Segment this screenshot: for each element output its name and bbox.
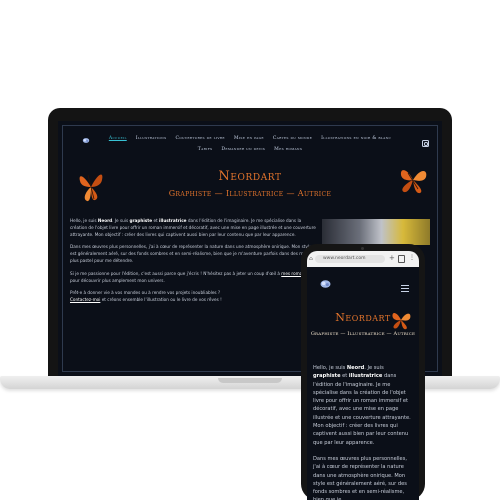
nav-item-noir-blanc[interactable]: Illustrations en noir & blanc [321,133,391,144]
intro-paragraph-3: Si je me passionne pour l'édition, c'est… [70,270,308,283]
new-tab-icon[interactable]: + [389,254,395,262]
intro-paragraph-2: Dans mes œuvres plus personnelles, j'ai … [70,244,316,263]
nav-item-romans[interactable]: Mes romans [274,144,302,155]
nav-item-illustrations[interactable]: Illustrations [136,133,167,144]
intro-paragraph-4: Prêt·e à donner vie à vos mondes ou à re… [70,290,222,303]
site-title: Neordart [218,169,282,184]
laptop-notch [218,378,282,383]
tabs-icon[interactable] [398,255,405,263]
mobile-site: ⌂ www.neordart.com + ⋮ Neordart Graphist… [307,251,419,500]
nav-item-cartes[interactable]: Cartes du monde [273,133,312,144]
site-subtitle: Graphiste — Illustratrice — Autrice [168,189,332,198]
intro-paragraph-1: Hello, je suis Neord. Je suis graphiste … [313,365,411,446]
phone-camera [361,247,364,250]
nav-row-1: Accueil Illustrations Couvertures de liv… [58,133,442,144]
nav-item-accueil[interactable]: Accueil [109,133,127,144]
logo-icon[interactable] [319,279,332,289]
home-icon[interactable]: ⌂ [309,256,313,262]
nav-item-tarifs[interactable]: Tarifs [198,144,213,155]
browser-toolbar: ⌂ www.neordart.com + ⋮ [307,251,419,267]
nav-item-couvertures[interactable]: Couvertures de livre [175,133,224,144]
address-bar[interactable]: www.neordart.com [315,255,385,263]
main-navigation: Accueil Illustrations Couvertures de liv… [58,133,442,155]
intro-paragraph-2: Dans mes œuvres plus personnelles, j'ai … [313,455,407,500]
menu-icon[interactable] [401,285,409,294]
intro-paragraph-1: Hello, je suis Neord. Je suis graphiste … [70,218,316,237]
contact-link[interactable]: Contactez-moi [70,297,100,302]
site-subtitle: Graphiste — Illustratrice — Autrice [310,331,416,337]
intro-text: Hello, je suis Neord. Je suis graphiste … [70,218,318,310]
nav-item-devis[interactable]: Demander un devis [221,144,265,155]
nav-item-mise-en-page[interactable]: Mise en page [234,133,264,144]
site-title: Neordart [335,311,391,324]
nav-row-2: Tarifs Demander un devis Mes romans [58,144,442,155]
intro-text: Hello, je suis Neord. Je suis graphiste … [313,364,411,500]
instagram-icon[interactable] [422,140,429,147]
portrait-photo [322,219,430,245]
more-icon[interactable]: ⋮ [409,254,415,261]
